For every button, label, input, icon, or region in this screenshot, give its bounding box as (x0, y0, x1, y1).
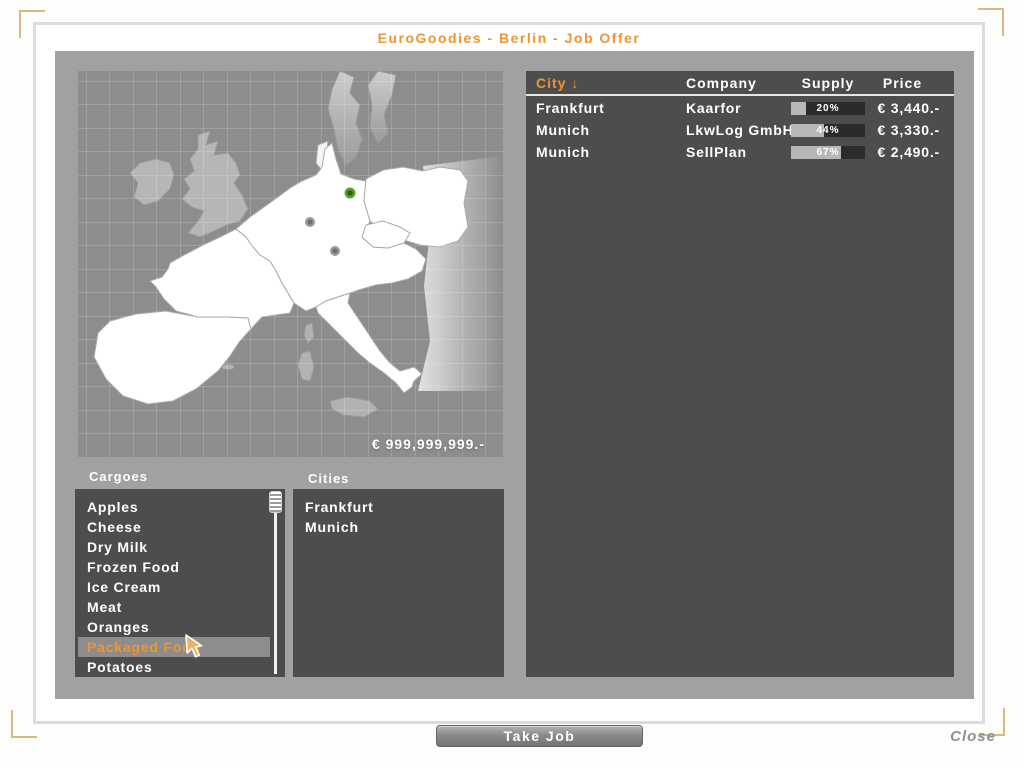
offer-price: € 3,330.- (877, 122, 940, 138)
cargo-item-ice-cream[interactable]: Ice Cream (75, 577, 285, 597)
offers-table: City ↓ Company Supply Price Frankfurt Kaa… (526, 71, 954, 677)
cargoes-listbox[interactable]: Apples Cheese Dry Milk Frozen Food Ice Cream… (75, 489, 285, 677)
offer-company: SellPlan (686, 144, 747, 160)
cities-label: Cities (308, 471, 350, 486)
offer-row[interactable]: Frankfurt Kaarfor 20% € 3,440.- (526, 98, 954, 118)
offer-price: € 3,440.- (877, 100, 940, 116)
offers-rows: Frankfurt Kaarfor 20% € 3,440.- Munich LkwLog… (526, 98, 954, 162)
column-header-city-label: City (536, 74, 567, 91)
supply-bar: 67% (791, 145, 865, 159)
main-panel: € 999,999,999.- Cargoes Apples Cheese Dry … (55, 51, 974, 699)
cargo-item-meat[interactable]: Meat (75, 597, 285, 617)
offer-city: Munich (536, 122, 590, 138)
cargo-item-oranges[interactable]: Oranges (75, 617, 285, 637)
take-job-button[interactable]: Take Job (436, 725, 643, 747)
supply-percent-label: 44% (816, 124, 840, 136)
cargoes-scrollbar-thumb[interactable] (269, 491, 282, 513)
europe-map: € 999,999,999.- (78, 71, 503, 458)
page: { "window_title": "EuroGoodies - Berlin … (0, 0, 1024, 768)
cargo-item-cheese[interactable]: Cheese (75, 517, 285, 537)
cargoes-items: Apples Cheese Dry Milk Frozen Food Ice Cream… (75, 497, 285, 677)
supply-bar: 44% (791, 123, 865, 137)
offer-row[interactable]: Munich SellPlan 67% € 2,490.- (526, 142, 954, 162)
berlin-marker[interactable] (341, 184, 359, 202)
city-item-frankfurt[interactable]: Frankfurt (293, 497, 504, 517)
job-offer-window: EuroGoodies - Berlin - Job Offer € 999,9… (33, 22, 995, 747)
column-header-supply[interactable]: Supply (791, 75, 865, 91)
cargo-item-packaged-food[interactable]: Packaged Food (78, 637, 270, 657)
cargo-item-apples[interactable]: Apples (75, 497, 285, 517)
supply-percent-label: 20% (816, 102, 840, 114)
cargo-item-potatoes[interactable]: Potatoes (75, 657, 285, 677)
offer-company: LkwLog GmbH (686, 122, 794, 138)
sort-arrow-icon: ↓ (571, 74, 580, 91)
cargo-item-frozen-food[interactable]: Frozen Food (75, 557, 285, 577)
offer-company: Kaarfor (686, 100, 742, 116)
offer-city: Munich (536, 144, 590, 160)
supply-percent-label: 67% (816, 146, 840, 158)
money-display: € 999,999,999.- (371, 436, 485, 452)
cities-items: Frankfurt Munich (293, 497, 504, 537)
offer-row[interactable]: Munich LkwLog GmbH 44% € 3,330.- (526, 120, 954, 140)
window-title: EuroGoodies - Berlin - Job Offer (377, 30, 641, 46)
mouse-cursor-icon (183, 634, 207, 665)
cities-listbox[interactable]: Frankfurt Munich (293, 489, 504, 677)
offer-price: € 2,490.- (877, 144, 940, 160)
cargoes-label: Cargoes (89, 469, 149, 484)
supply-bar: 20% (791, 101, 865, 115)
cargoes-scrollbar-track[interactable] (274, 492, 277, 674)
europe-map-svg (78, 71, 503, 458)
cargo-item-dry-milk[interactable]: Dry Milk (75, 537, 285, 557)
close-button[interactable]: Close (906, 728, 996, 745)
munich-marker[interactable] (326, 242, 344, 260)
offer-city: Frankfurt (536, 100, 605, 116)
column-header-company[interactable]: Company (686, 75, 791, 91)
map-grid (78, 71, 503, 458)
frankfurt-marker[interactable] (301, 213, 319, 231)
column-header-price[interactable]: Price (865, 75, 954, 91)
city-item-munich[interactable]: Munich (293, 517, 504, 537)
column-header-city[interactable]: City ↓ (536, 75, 686, 91)
offers-header-row: City ↓ Company Supply Price (526, 71, 954, 96)
